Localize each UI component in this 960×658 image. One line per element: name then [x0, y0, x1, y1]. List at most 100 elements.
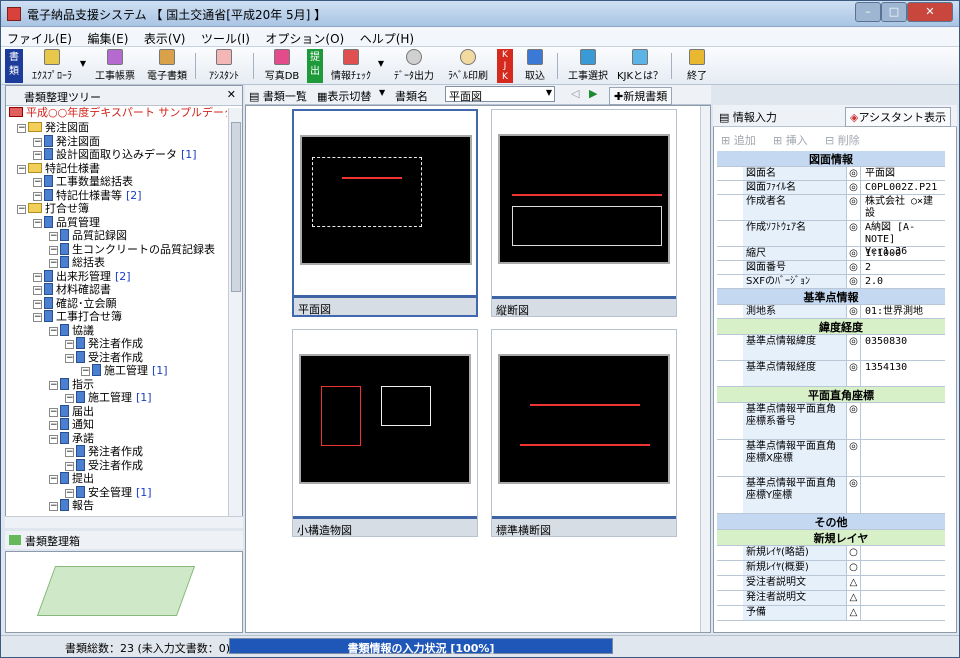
- tree-expand-icon[interactable]: −: [65, 353, 74, 363]
- thumb-heimen[interactable]: 平面図: [292, 109, 478, 317]
- minimize-button[interactable]: –: [855, 2, 881, 22]
- tree-scrollbar[interactable]: [228, 108, 242, 516]
- tree-expand-icon[interactable]: −: [33, 191, 42, 201]
- property-row[interactable]: 発注者説明文 △: [717, 591, 945, 606]
- tree-expand-icon[interactable]: −: [65, 340, 74, 349]
- tree-expand-icon[interactable]: −: [33, 299, 42, 309]
- tree-expand-icon[interactable]: −: [33, 313, 42, 322]
- property-row[interactable]: 受注者説明文 △: [717, 576, 945, 591]
- tree-expand-icon[interactable]: −: [33, 218, 42, 228]
- add-row-button[interactable]: ⊞ 追加: [721, 132, 756, 148]
- tree-expand-icon[interactable]: −: [49, 502, 58, 511]
- thumb-kokozo[interactable]: 小構造物図: [292, 329, 478, 537]
- property-row[interactable]: SXFのﾊﾞｰｼﾞｮﾝ ◎ 2.0: [717, 275, 945, 289]
- toggle-view-button[interactable]: ▦表示切替: [317, 88, 371, 104]
- property-row[interactable]: 新規ﾚｲﾔ(略語) ○: [717, 546, 945, 561]
- info-check-button[interactable]: 情報ﾁｪｯｸ: [327, 49, 375, 83]
- tree-expand-icon[interactable]: −: [17, 205, 26, 214]
- delete-row-button[interactable]: ⊟ 削除: [825, 132, 860, 148]
- property-value[interactable]: 1354130: [863, 361, 945, 375]
- new-doc-button[interactable]: ✚新規書類: [609, 87, 673, 105]
- thumb-hyojun[interactable]: 標準横断図: [491, 329, 677, 537]
- tree-expand-icon[interactable]: −: [17, 124, 26, 133]
- tree-hscrollbar[interactable]: [5, 516, 243, 528]
- section-other[interactable]: その他: [717, 514, 945, 530]
- tree-expand-icon[interactable]: −: [17, 164, 26, 174]
- property-row[interactable]: 基準点情報経度 ◎ 1354130: [717, 361, 945, 387]
- property-row[interactable]: 新規ﾚｲﾔ(概要) ○: [717, 561, 945, 576]
- property-row[interactable]: 図面ﾌｧｲﾙ名 ◎ C0PL002Z.P21: [717, 181, 945, 195]
- tree-root[interactable]: 平成○○年度デキスパート サンプルデータ: [9, 105, 227, 120]
- exit-button[interactable]: 終了: [679, 49, 715, 83]
- property-value[interactable]: [863, 606, 945, 608]
- tree-expand-icon[interactable]: −: [49, 326, 58, 336]
- assistant-show-button[interactable]: ◈アシスタント表示: [844, 107, 951, 127]
- thumb-scrollbar[interactable]: [700, 106, 710, 632]
- explorer-button[interactable]: ｴｸｽﾌﾟﾛｰﾗ: [27, 49, 77, 83]
- tree-expand-icon[interactable]: −: [33, 178, 42, 187]
- section-zumen[interactable]: 図面情報: [717, 151, 945, 167]
- property-value[interactable]: 1:1000: [863, 247, 945, 261]
- tree-expand-icon[interactable]: −: [65, 394, 74, 403]
- data-output-button[interactable]: ﾃﾞｰﾀ出力: [389, 49, 439, 83]
- subsection-layer[interactable]: 新規レイヤ: [717, 530, 945, 546]
- torikomi-button[interactable]: 取込: [517, 49, 553, 83]
- prev-icon[interactable]: ◁: [571, 87, 579, 100]
- tree-expand-icon[interactable]: −: [33, 286, 42, 295]
- menu-view[interactable]: 表示(V): [138, 27, 192, 47]
- property-row[interactable]: 予備 △: [717, 606, 945, 621]
- tree-expand-icon[interactable]: −: [65, 448, 74, 457]
- property-value[interactable]: [863, 546, 945, 548]
- assistant-button[interactable]: ｱｼｽﾀﾝﾄ: [201, 49, 247, 83]
- property-value[interactable]: [863, 561, 945, 563]
- tree-expand-icon[interactable]: −: [49, 475, 58, 484]
- section-kijun[interactable]: 基準点情報: [717, 289, 945, 305]
- property-row[interactable]: 図面番号 ◎ 2: [717, 261, 945, 275]
- property-value[interactable]: 0350830: [863, 335, 945, 349]
- tree-expand-icon[interactable]: −: [33, 137, 42, 147]
- menu-file[interactable]: ファイル(E): [1, 27, 78, 47]
- property-value[interactable]: 平面図: [863, 167, 945, 181]
- property-value[interactable]: 2.0: [863, 275, 945, 289]
- tree-item[interactable]: − 報告: [49, 498, 94, 513]
- tree-expand-icon[interactable]: −: [49, 380, 58, 390]
- insert-row-button[interactable]: ⊞ 挿入: [773, 132, 808, 148]
- tree-expand-icon[interactable]: −: [49, 259, 58, 268]
- subsection-heimen[interactable]: 平面直角座標: [717, 387, 945, 403]
- photo-db-button[interactable]: 写真DB: [259, 49, 305, 83]
- kjk-about-button[interactable]: KJKとは？: [615, 49, 665, 83]
- label-print-button[interactable]: ﾗﾍﾞﾙ印刷: [443, 49, 493, 83]
- property-row[interactable]: 作成者名 ◎ 株式会社 ○×建設: [717, 195, 945, 221]
- close-button[interactable]: ✕: [907, 2, 953, 22]
- property-row[interactable]: 基準点情報緯度 ◎ 0350830: [717, 335, 945, 361]
- thumb-judan[interactable]: 縦断図: [491, 109, 677, 317]
- property-value[interactable]: [863, 403, 945, 405]
- toggle-dropdown-icon[interactable]: ▼: [379, 88, 385, 97]
- next-icon[interactable]: ▶: [589, 87, 597, 100]
- tree-expand-icon[interactable]: −: [65, 461, 74, 471]
- property-row[interactable]: 基準点情報平面直角座標Y座標 ◎: [717, 477, 945, 514]
- property-row[interactable]: 作成ｿﾌﾄｳｪｱ名 ◎ A納図 [A-NOTE] Ver1.36: [717, 221, 945, 257]
- property-row[interactable]: 測地系 ◎ 01:世界測地: [717, 305, 945, 319]
- tree-expand-icon[interactable]: −: [33, 151, 42, 160]
- list-button[interactable]: ▤ 書類一覧: [249, 88, 307, 104]
- property-value[interactable]: [863, 576, 945, 578]
- property-row[interactable]: 基準点情報平面直角座標系番号 ◎: [717, 403, 945, 440]
- property-value[interactable]: [863, 477, 945, 479]
- tree-expand-icon[interactable]: −: [49, 434, 58, 444]
- koji-select-button[interactable]: 工事選択: [563, 49, 613, 83]
- tree-expand-icon[interactable]: −: [49, 245, 58, 255]
- property-value[interactable]: [863, 440, 945, 442]
- tree-expand-icon[interactable]: −: [49, 421, 58, 430]
- tree-expand-icon[interactable]: −: [49, 232, 58, 241]
- tree-expand-icon[interactable]: −: [81, 367, 90, 376]
- menu-options[interactable]: オプション(O): [259, 27, 350, 47]
- shorui-box-area[interactable]: [5, 551, 243, 633]
- property-value[interactable]: [863, 591, 945, 593]
- subsection-ido[interactable]: 緯度経度: [717, 319, 945, 335]
- property-value[interactable]: 2: [863, 261, 945, 275]
- maximize-button[interactable]: □: [881, 2, 907, 22]
- property-row[interactable]: 縮尺 ◎ 1:1000: [717, 247, 945, 261]
- denshi-shorui-button[interactable]: 電子書類: [143, 49, 191, 83]
- property-value[interactable]: 01:世界測地: [863, 305, 945, 319]
